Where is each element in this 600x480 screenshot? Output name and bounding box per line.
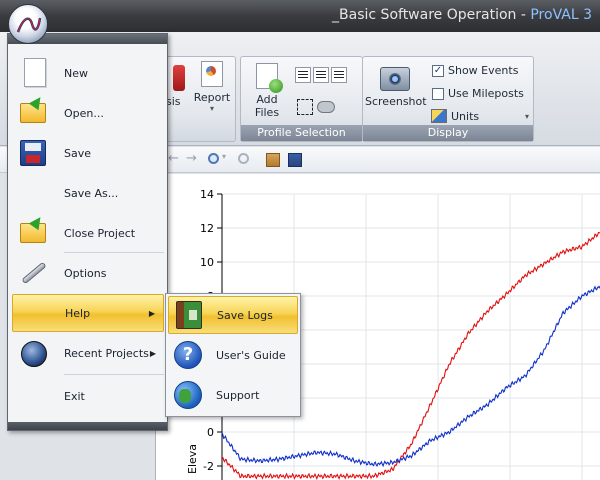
selection-icon[interactable] xyxy=(297,99,313,115)
submenu-item-support-label: Support xyxy=(216,388,260,402)
menu-item-save-label: Save xyxy=(64,146,92,160)
window-title-app: ProVAL 3 xyxy=(530,7,592,23)
recent-projects-icon xyxy=(12,334,52,372)
menu-item-recent-projects-label: Recent Projects xyxy=(64,346,149,360)
y-tick-label: 0 xyxy=(207,426,214,439)
open-folder-icon xyxy=(12,94,52,132)
units-dropdown[interactable]: Units ▾ xyxy=(431,109,529,123)
y-tick-label: 14 xyxy=(200,188,214,201)
help-submenu-arrow-icon: ▶ xyxy=(148,308,155,318)
menu-item-new-label: New xyxy=(64,66,88,80)
question-icon: ? xyxy=(168,336,208,374)
report-dropdown-icon: ▾ xyxy=(209,104,214,113)
application-menu-button[interactable] xyxy=(8,4,48,44)
profile-selection-label: Profile Selection xyxy=(241,125,362,141)
add-files-label: Add Files xyxy=(254,93,280,119)
menu-item-save-as[interactable]: Save As... xyxy=(12,174,164,212)
exit-icon xyxy=(12,377,52,415)
forward-arrow-icon[interactable]: → xyxy=(186,151,200,166)
report-label: Report xyxy=(193,91,231,104)
menu-item-open-label: Open... xyxy=(64,106,104,120)
use-mileposts-check-icon xyxy=(432,87,444,100)
close-project-folder-icon xyxy=(12,214,52,252)
menu-item-save[interactable]: Save xyxy=(12,134,164,172)
submenu-item-save-logs-label: Save Logs xyxy=(217,308,273,322)
screenshot-label: Screenshot xyxy=(365,95,427,108)
menu-item-save-as-label: Save As... xyxy=(64,186,119,200)
submenu-item-save-logs[interactable]: Save Logs xyxy=(168,296,298,334)
use-mileposts-checkbox[interactable]: Use Mileposts xyxy=(432,87,524,100)
screenshot-button[interactable]: Screenshot xyxy=(365,67,427,108)
save-disk-icon xyxy=(12,134,52,172)
menu-item-close-project[interactable]: Close Project xyxy=(12,214,164,252)
report-button[interactable]: Report ▾ xyxy=(193,61,231,113)
wrench-icon xyxy=(12,254,52,292)
save-plot-icon[interactable] xyxy=(288,153,302,167)
clipboard-icon[interactable] xyxy=(266,153,280,167)
show-events-label: Show Events xyxy=(448,64,519,77)
align-center-icon[interactable] xyxy=(313,67,329,83)
save-as-icon xyxy=(12,174,52,212)
zoom-dropdown-icon[interactable]: ▾ xyxy=(222,152,236,166)
camera-icon xyxy=(380,67,410,91)
proval-logo-icon xyxy=(16,17,42,33)
align-right-icon[interactable] xyxy=(331,67,347,83)
menu-item-new[interactable]: New xyxy=(12,54,164,92)
title-bar: _Basic Software Operation - ProVAL 3 xyxy=(0,0,600,32)
globe-icon xyxy=(168,376,208,414)
menu-separator xyxy=(64,252,164,253)
ribbon-group-display: Screenshot ✓ Show Events Use Mileposts U… xyxy=(362,56,534,142)
submenu-item-users-guide[interactable]: ? User's Guide xyxy=(168,336,298,374)
add-files-button[interactable]: Add Files xyxy=(243,63,291,119)
menu-item-open[interactable]: Open... xyxy=(12,94,164,132)
menu-item-close-project-label: Close Project xyxy=(64,226,136,240)
back-arrow-icon[interactable]: ← xyxy=(168,151,182,166)
units-dropdown-icon: ▾ xyxy=(524,111,529,121)
window-title-document: _Basic Software Operation - xyxy=(332,7,531,23)
report-icon xyxy=(201,61,223,87)
display-label: Display xyxy=(363,125,533,141)
align-left-icon[interactable] xyxy=(295,67,311,83)
add-files-icon xyxy=(256,63,283,93)
menu-item-exit-label: Exit xyxy=(64,389,85,403)
window-title: _Basic Software Operation - ProVAL 3 xyxy=(332,7,592,23)
analysis-icon xyxy=(173,65,185,91)
application-menu: New Open... Save Save As... Close Projec… xyxy=(7,33,168,431)
ribbon-group-profile-selection: Add Files Profile Selection xyxy=(240,56,363,142)
units-label: Units xyxy=(451,109,480,123)
menu-item-options-label: Options xyxy=(64,266,107,280)
menu-item-help-label: Help xyxy=(65,306,91,320)
menu-item-recent-projects[interactable]: Recent Projects ▶ xyxy=(12,334,164,372)
y-tick-label: 10 xyxy=(200,256,214,269)
units-icon xyxy=(431,109,447,123)
alignment-buttons xyxy=(295,67,347,83)
zoom-reset-icon[interactable] xyxy=(238,153,249,164)
show-events-check-icon: ✓ xyxy=(432,64,444,77)
submenu-item-support[interactable]: Support xyxy=(168,376,298,414)
menu-item-help[interactable]: Help ▶ xyxy=(12,294,164,332)
new-document-icon xyxy=(12,54,52,92)
menu-item-exit[interactable]: Exit xyxy=(12,377,164,415)
help-icon xyxy=(13,294,53,332)
y-axis-label: Eleva xyxy=(186,444,199,474)
submenu-item-users-guide-label: User's Guide xyxy=(216,348,286,362)
zoom-icon[interactable] xyxy=(208,153,219,164)
use-mileposts-label: Use Mileposts xyxy=(448,87,524,100)
y-tick-label: -2 xyxy=(203,460,214,473)
help-submenu: Save Logs ? User's Guide Support xyxy=(165,293,301,417)
save-logs-book-icon xyxy=(169,296,209,334)
menu-item-options[interactable]: Options xyxy=(12,254,164,292)
show-events-checkbox[interactable]: ✓ Show Events xyxy=(432,64,518,77)
menu-separator xyxy=(64,374,164,375)
y-tick-label: 12 xyxy=(200,222,214,235)
recent-projects-submenu-arrow-icon: ▶ xyxy=(149,348,156,358)
eraser-icon[interactable] xyxy=(317,101,335,113)
